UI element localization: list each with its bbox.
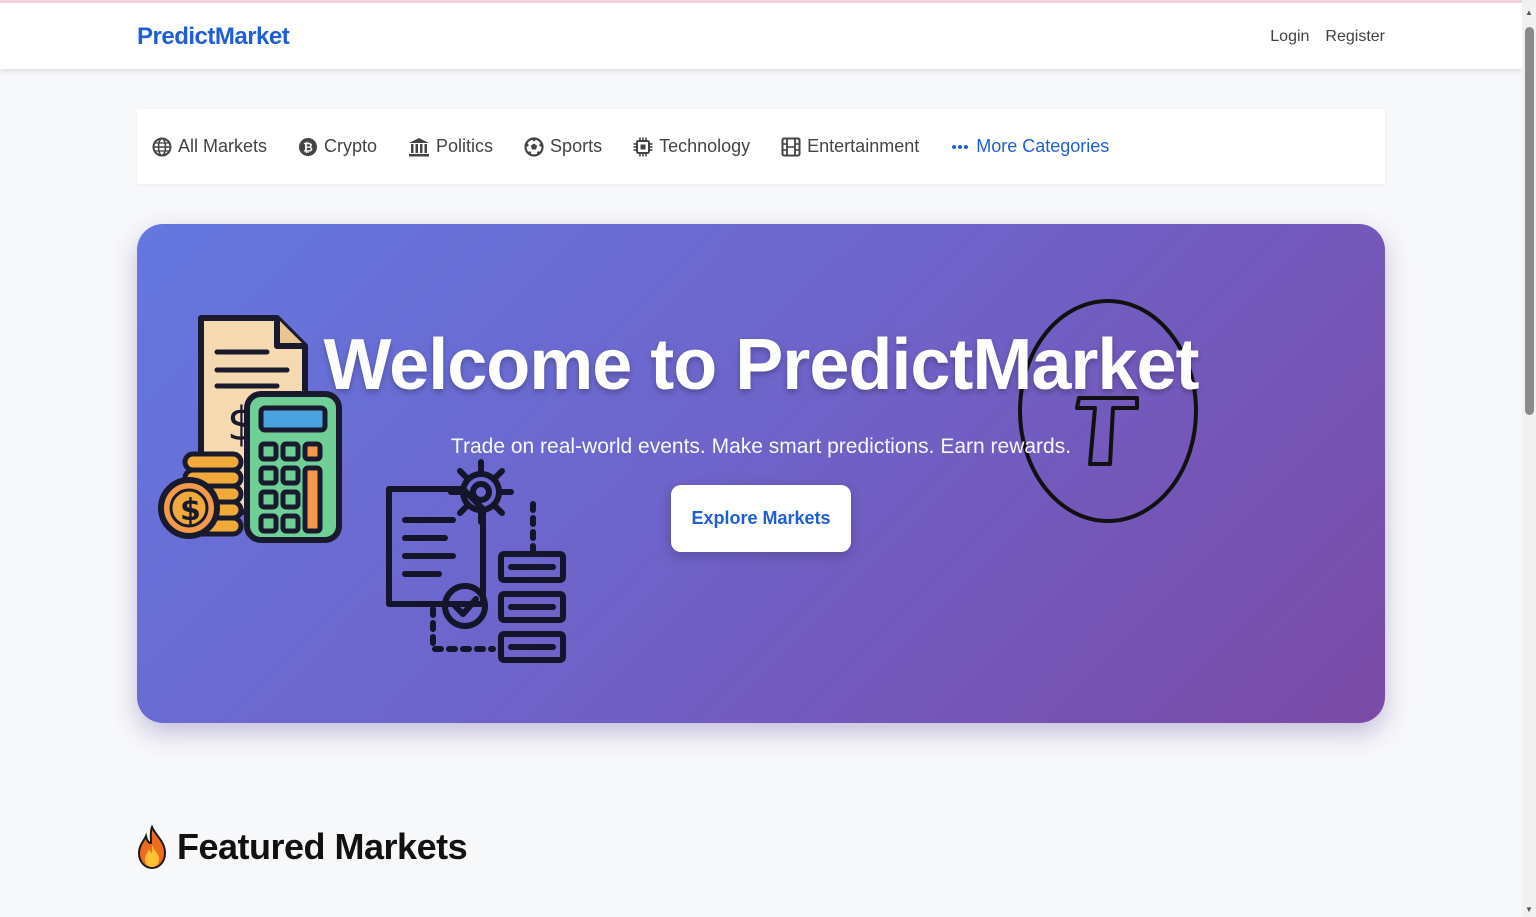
category-label: More Categories <box>976 136 1110 156</box>
scrollbar-thumb[interactable] <box>1525 27 1534 415</box>
landmark-icon <box>409 137 430 156</box>
hero-title: Welcome to PredictMarket <box>323 325 1200 405</box>
category-politics[interactable]: Politics <box>408 136 493 157</box>
workflow-document-illustration-icon <box>386 459 566 663</box>
nav-links: Login Register <box>1270 28 1385 46</box>
category-label: Sports <box>550 136 603 156</box>
scroll-up-arrow-icon[interactable]: ▲ <box>1522 6 1536 20</box>
brand-logo[interactable]: PredictMarket <box>137 23 290 51</box>
category-crypto[interactable]: ₿ Crypto <box>298 136 377 157</box>
scrollbar[interactable]: ▲ ▼ <box>1522 0 1536 917</box>
soccer-ball-icon <box>524 136 544 157</box>
fire-icon <box>137 825 167 869</box>
svg-text:$: $ <box>180 493 201 528</box>
category-label: Crypto <box>324 136 378 156</box>
hero-subtitle: Trade on real-world events. Make smart p… <box>450 435 1072 458</box>
ellipsis-icon <box>952 144 969 149</box>
microchip-icon <box>633 137 653 156</box>
category-bar: All Markets ₿ Crypto Politics Sports Tec… <box>137 109 1385 184</box>
bitcoin-icon: ₿ <box>299 137 318 156</box>
category-more[interactable]: More Categories <box>950 136 1109 157</box>
hero-banner: $ $ Welcome to PredictMarket Trade on re… <box>137 224 1385 723</box>
svg-text:₿: ₿ <box>303 140 313 154</box>
globe-icon <box>152 137 172 156</box>
category-label: All Markets <box>178 136 268 156</box>
category-entertainment[interactable]: Entertainment <box>781 136 919 157</box>
section-title: Featured Markets <box>177 826 468 867</box>
category-technology[interactable]: Technology <box>633 136 750 157</box>
navbar: PredictMarket Login Register <box>0 3 1522 69</box>
category-sports[interactable]: Sports <box>524 136 602 157</box>
login-link[interactable]: Login <box>1270 28 1309 46</box>
featured-markets-header: Featured Markets <box>137 825 468 869</box>
category-label: Entertainment <box>807 136 920 156</box>
scroll-down-arrow-icon[interactable]: ▼ <box>1522 903 1536 917</box>
category-label: Technology <box>659 136 751 156</box>
category-label: Politics <box>436 136 494 156</box>
category-all-markets[interactable]: All Markets <box>152 136 267 157</box>
film-icon <box>781 137 801 156</box>
register-link[interactable]: Register <box>1325 28 1385 46</box>
explore-markets-button[interactable]: Explore Markets <box>671 485 851 552</box>
